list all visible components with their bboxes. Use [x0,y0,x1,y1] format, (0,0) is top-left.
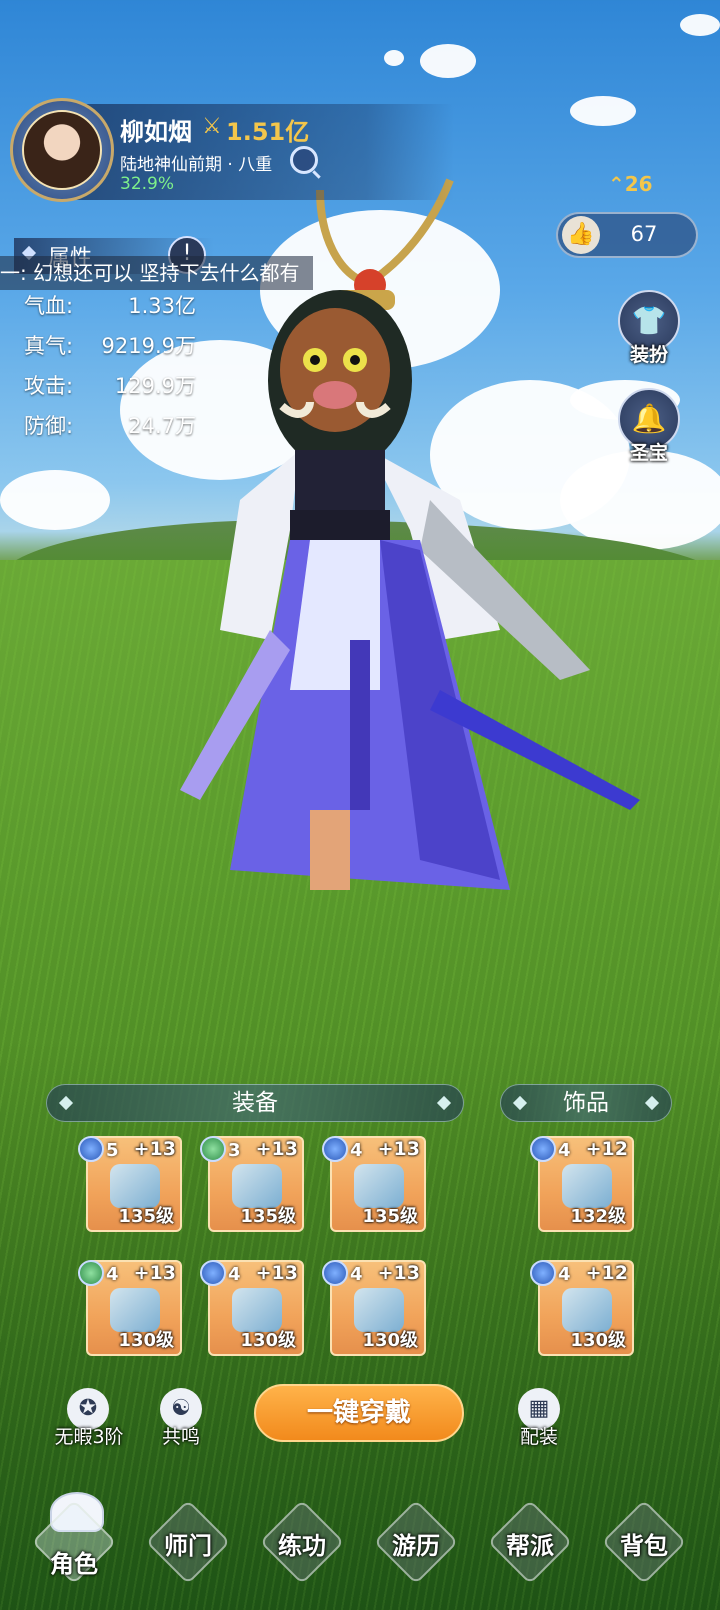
resonance-label[interactable]: 共鸣 [150,1422,212,1449]
stat-label: 防御: [24,414,74,438]
diamond-icon [436,1095,452,1111]
equipment-slot-boots[interactable]: 4 +13 130级 [322,1260,426,1356]
level-value: 26 [624,172,653,196]
equip-all-button[interactable]: 一键穿戴 [254,1384,464,1442]
enhance-level: +13 [133,1262,176,1284]
avatar[interactable] [22,110,102,190]
item-level: 135级 [240,1206,296,1227]
star-count: 4 [558,1140,571,1161]
diamond-icon [512,1095,528,1111]
equipment-slot-weapon[interactable]: 5 +13 135级 [78,1136,182,1232]
cloud [420,44,476,78]
stat-defense: 防御: 24.7万 [24,410,196,440]
gem-icon [530,1136,556,1162]
loadout-label[interactable]: 配装 [508,1422,570,1449]
item-level: 132级 [570,1206,626,1227]
star-count: 4 [350,1140,363,1161]
star-count: 4 [350,1264,363,1285]
item-level: 130级 [362,1330,418,1351]
nav-tab-character[interactable]: 角色 [31,1499,117,1585]
stat-attack: 攻击: 129.9万 [24,370,196,400]
crossed-swords-icon: ⚔ [202,114,222,139]
nav-tab-guild[interactable]: 帮派 [487,1499,573,1585]
star-count: 4 [558,1264,571,1285]
item-level: 135级 [362,1206,418,1227]
enhance-level: +13 [255,1138,298,1160]
flawless-label[interactable]: 无暇3阶 [44,1422,134,1449]
enhance-level: +13 [133,1138,176,1160]
cloud [0,470,110,530]
stat-hp: 气血: 1.33亿 [24,290,196,320]
nav-tab-label: 师门 [164,1532,212,1560]
stat-value: 129.9万 [114,374,196,398]
enhance-level: +12 [585,1138,628,1160]
star-count: 4 [228,1264,241,1285]
combat-power: 1.51亿 [226,118,310,146]
level-badge: ⌃26 [608,172,653,196]
enhance-level: +13 [377,1262,420,1284]
item-level: 130级 [240,1330,296,1351]
nav-tab-label: 练功 [278,1532,326,1560]
equipment-header: 装备 [46,1084,464,1122]
thumbs-up-icon[interactable]: 👍 [562,216,600,254]
cloud [680,14,720,36]
enhance-level: +13 [255,1262,298,1284]
chat-message[interactable]: 一: 幻想还可以 坚持下去什么都有 [0,256,314,290]
cultivation-realm: 陆地神仙前期 · 八重 [120,155,273,175]
gem-icon [322,1136,348,1162]
search-icon[interactable] [290,146,318,174]
enhance-level: +12 [585,1262,628,1284]
stat-value: 24.7万 [128,414,196,438]
nav-tab-bag[interactable]: 背包 [601,1499,687,1585]
accessory-slot-ring[interactable]: 4 +12 132级 [530,1136,634,1232]
star-count: 5 [106,1140,119,1161]
star-count: 3 [228,1140,241,1161]
equipment-slot-belt[interactable]: 3 +13 135级 [200,1136,304,1232]
gem-icon [78,1136,104,1162]
nav-tab-label: 背包 [620,1532,668,1560]
accessories-header: 饰品 [500,1084,672,1122]
nav-tab-travel[interactable]: 游历 [373,1499,459,1585]
player-name: 柳如烟 [120,118,192,146]
nav-tab-label: 帮派 [506,1532,554,1560]
gem-icon [322,1260,348,1286]
nav-tab-label: 角色 [50,1550,98,1578]
item-level: 135级 [118,1206,174,1227]
nav-tab-sect[interactable]: 师门 [145,1499,231,1585]
dress-up-label: 装扮 [629,344,668,366]
gem-icon [200,1260,226,1286]
star-count: 4 [106,1264,119,1285]
stat-label: 气血: [24,294,74,318]
cultivation-progress: 32.9% [120,174,175,194]
equipment-slot-helmet[interactable]: 4 +13 135级 [322,1136,426,1232]
accessory-slot-pendant[interactable]: 4 +12 130级 [530,1260,634,1356]
gem-icon [530,1260,556,1286]
equipment-title: 装备 [232,1090,278,1116]
equipment-slot-robe[interactable]: 4 +13 130级 [78,1260,182,1356]
enhance-level: +13 [377,1138,420,1160]
double-chevron-up-icon: ⌃ [608,172,625,196]
nav-tab-label: 游历 [392,1532,440,1560]
equipment-slot-gauntlet[interactable]: 4 +13 130级 [200,1260,304,1356]
gem-icon [78,1260,104,1286]
diamond-icon [644,1095,660,1111]
cloud [384,50,404,66]
stat-qi: 真气: 9219.9万 [24,330,196,360]
gem-icon [200,1136,226,1162]
bell-icon: 🔔 [631,402,667,435]
diamond-icon [58,1095,74,1111]
stat-value: 9219.9万 [101,334,196,358]
holy-treasure-label: 圣宝 [629,442,668,464]
item-level: 130级 [570,1330,626,1351]
item-level: 130级 [118,1330,174,1351]
accessories-title: 饰品 [563,1090,609,1116]
stat-label: 攻击: [24,374,74,398]
nav-tab-training[interactable]: 练功 [259,1499,345,1585]
like-count: 67 [630,222,658,246]
shirt-icon: 👕 [631,304,667,337]
cloud [570,96,636,126]
stat-value: 1.33亿 [128,294,196,318]
stat-label: 真气: [24,334,74,358]
